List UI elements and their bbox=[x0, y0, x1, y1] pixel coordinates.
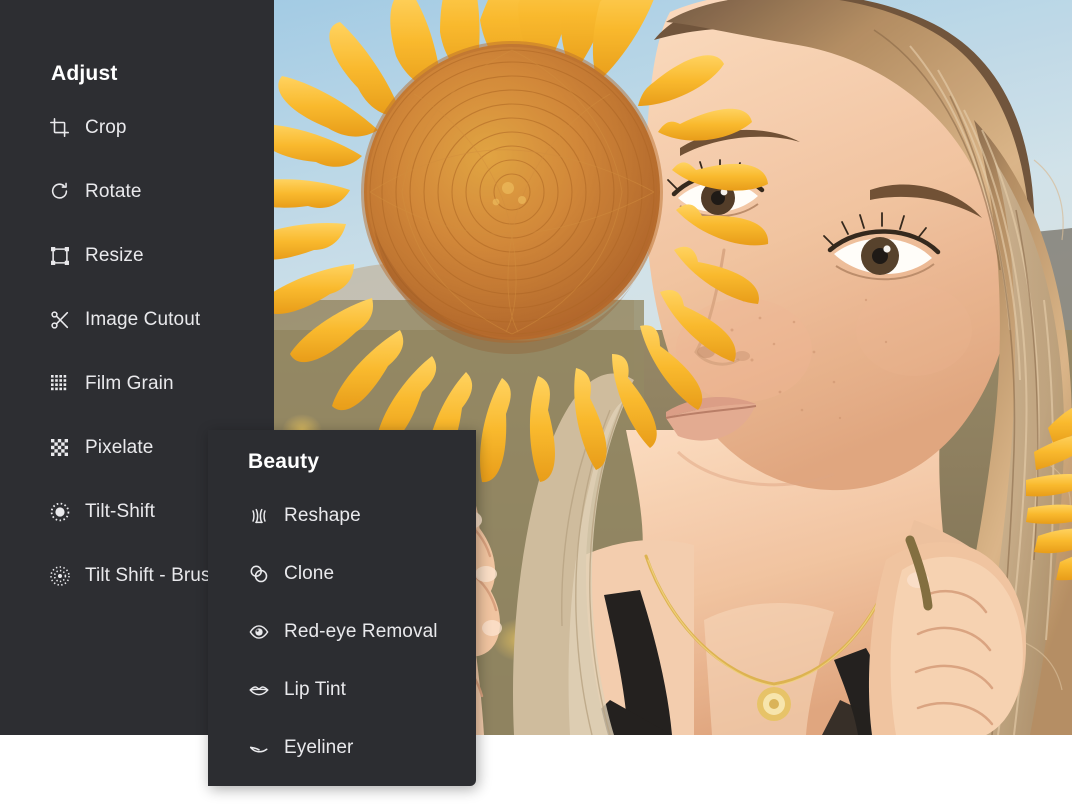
sidebar-item-label: Tilt-Shift bbox=[85, 501, 155, 523]
beauty-item-red-eye-removal[interactable]: Red-eye Removal bbox=[208, 614, 476, 650]
tilt-shift-brush-icon bbox=[47, 563, 73, 589]
tilt-shift-filled-icon bbox=[47, 499, 73, 525]
sidebar-title: Adjust bbox=[51, 62, 118, 86]
clone-icon bbox=[246, 561, 272, 587]
sidebar-item-crop[interactable]: Crop bbox=[0, 110, 274, 146]
sidebar-item-label: Film Grain bbox=[85, 373, 174, 395]
beauty-item-label: Lip Tint bbox=[284, 679, 346, 701]
beauty-menu: Reshape Clone bbox=[208, 498, 476, 786]
crop-icon bbox=[47, 115, 73, 141]
sidebar-item-label: Image Cutout bbox=[85, 309, 200, 331]
sidebar-item-label: Tilt Shift - Brush bbox=[85, 565, 221, 587]
beauty-item-label: Clone bbox=[284, 563, 334, 585]
beauty-item-label: Red-eye Removal bbox=[284, 621, 438, 643]
grain-dots-icon bbox=[47, 371, 73, 397]
sidebar-item-resize[interactable]: Resize bbox=[0, 238, 274, 274]
beauty-item-eyeliner[interactable]: Eyeliner bbox=[208, 730, 476, 766]
reshape-icon bbox=[246, 503, 272, 529]
beauty-item-lip-tint[interactable]: Lip Tint bbox=[208, 672, 476, 708]
resize-icon bbox=[47, 243, 73, 269]
pixelate-checker-icon bbox=[47, 435, 73, 461]
sidebar-item-image-cutout[interactable]: Image Cutout bbox=[0, 302, 274, 338]
window-bottom-strip bbox=[0, 735, 1072, 804]
beauty-item-reshape[interactable]: Reshape bbox=[208, 498, 476, 534]
lips-icon bbox=[246, 677, 272, 703]
beauty-item-clone[interactable]: Clone bbox=[208, 556, 476, 592]
image-editor-window: Adjust Crop Rotate bbox=[0, 0, 1072, 804]
sidebar-item-label: Rotate bbox=[85, 181, 142, 203]
sidebar-item-rotate[interactable]: Rotate bbox=[0, 174, 274, 210]
eye-icon bbox=[246, 619, 272, 645]
beauty-panel-title: Beauty bbox=[248, 450, 319, 474]
beauty-flyout-panel: Beauty Reshape bbox=[208, 430, 476, 786]
rotate-icon bbox=[47, 179, 73, 205]
scissors-icon bbox=[47, 307, 73, 333]
sidebar-item-film-grain[interactable]: Film Grain bbox=[0, 366, 274, 402]
sidebar-item-label: Crop bbox=[85, 117, 127, 139]
sidebar-item-label: Pixelate bbox=[85, 437, 153, 459]
beauty-item-label: Eyeliner bbox=[284, 737, 353, 759]
sidebar-item-label: Resize bbox=[85, 245, 144, 267]
eyeliner-icon bbox=[246, 735, 272, 761]
beauty-item-label: Reshape bbox=[284, 505, 361, 527]
